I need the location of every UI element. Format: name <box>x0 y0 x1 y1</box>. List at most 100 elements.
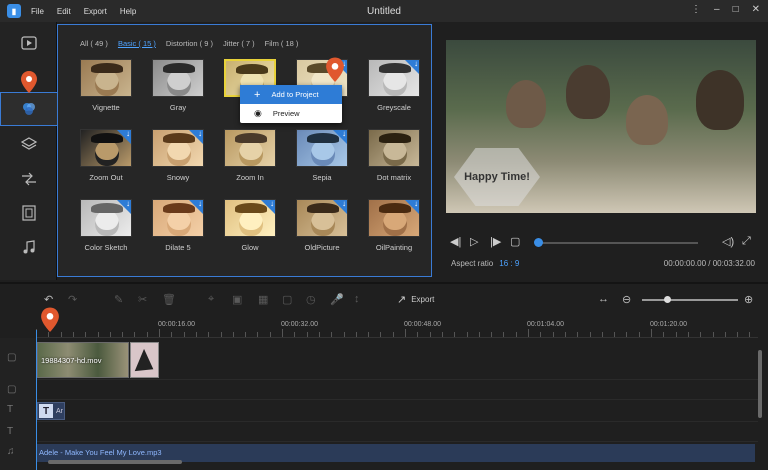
filter-thumbnail: ↓ <box>80 129 132 167</box>
crop-icon[interactable]: ⌖ <box>208 293 214 306</box>
download-icon[interactable]: ↓ <box>405 60 419 74</box>
prev-frame-icon[interactable]: ◀| <box>450 235 461 248</box>
location-pin-icon <box>21 71 37 93</box>
ruler-tick <box>208 332 210 337</box>
playback-track[interactable] <box>538 242 698 244</box>
ruler-tick <box>146 332 148 337</box>
filter-card[interactable]: Zoom In <box>222 129 278 182</box>
ruler-tick <box>454 332 456 337</box>
filter-card[interactable]: ↓ Sepia <box>294 129 350 182</box>
horizontal-scrollbar[interactable] <box>48 460 182 464</box>
vertical-scrollbar[interactable] <box>758 350 762 418</box>
playback-handle[interactable] <box>534 238 543 247</box>
image-clip[interactable] <box>130 342 159 378</box>
undo-icon[interactable]: ↶ <box>44 293 53 306</box>
freeze-icon[interactable]: ▢ <box>282 293 292 306</box>
filter-card[interactable]: ↓ Greyscale <box>366 59 422 112</box>
filter-thumbnail <box>80 59 132 97</box>
stop-icon[interactable]: ▢ <box>510 235 520 248</box>
menu-help[interactable]: Help <box>120 7 136 16</box>
zoom-slider-handle[interactable] <box>664 296 671 303</box>
ruler-label: 00:00:48.00 <box>404 321 441 328</box>
minimize-icon[interactable]: – <box>714 4 720 15</box>
filter-card[interactable]: Dot matrix <box>366 129 422 182</box>
download-icon[interactable]: ↓ <box>261 200 275 214</box>
ruler-tick <box>478 332 480 337</box>
fit-timeline-icon[interactable]: ↔ <box>598 293 609 305</box>
filter-card[interactable]: ↓ Snowy <box>150 129 206 182</box>
track-headers: ▢ ▢ T T ♫ <box>0 338 36 470</box>
sidebar-item-music[interactable] <box>0 230 57 264</box>
playhead[interactable] <box>36 330 37 470</box>
video-clip[interactable]: 19884307-hd.mov <box>37 342 129 378</box>
timecode-display: 00:00:00.00 / 00:03:32.00 <box>663 259 755 268</box>
download-icon[interactable]: ↓ <box>117 200 131 214</box>
filter-card[interactable]: ↓ Zoom Out <box>78 129 134 182</box>
aspect-ratio-value[interactable]: 16 : 9 <box>499 259 519 268</box>
next-frame-icon[interactable]: |▶ <box>490 235 501 248</box>
download-icon[interactable]: ↓ <box>333 200 347 214</box>
sidebar-item-elements[interactable] <box>0 196 57 230</box>
ruler-tick <box>282 329 283 337</box>
filter-thumbnail: ↓ <box>152 199 204 237</box>
duration-icon[interactable]: ◷ <box>306 293 316 306</box>
zoom-in-icon[interactable]: ⊕ <box>744 293 753 306</box>
filter-card[interactable]: ↓ Glow <box>222 199 278 252</box>
more-options-icon[interactable]: ⋮ <box>691 4 701 15</box>
timeline-ruler[interactable]: 00:00:16.00 00:00:32.00 00:00:48.00 00:0… <box>36 318 758 338</box>
download-icon[interactable]: ↓ <box>405 200 419 214</box>
export-button[interactable]: ↗ Export <box>397 293 434 306</box>
transition-icon <box>21 172 36 186</box>
zoom-out-icon[interactable]: ⊖ <box>622 293 631 306</box>
fullscreen-icon[interactable]: ⤢ <box>742 235 751 248</box>
filters-icon <box>23 103 35 115</box>
sidebar-item-media[interactable] <box>0 26 57 60</box>
filter-card[interactable]: Vignette <box>78 59 134 112</box>
context-menu: + Add to Project ◉ Preview <box>240 85 342 123</box>
record-voice-icon[interactable]: 🎤 <box>330 293 344 306</box>
mosaic-icon[interactable]: ▦ <box>258 293 268 306</box>
play-icon[interactable]: ▷ <box>470 235 478 248</box>
ruler-tick <box>577 332 579 337</box>
video-track-icon: ▢ <box>7 352 17 363</box>
cut-icon[interactable]: ✂ <box>138 293 147 306</box>
delete-icon[interactable]: 🗑 <box>162 293 176 306</box>
ruler-tick <box>540 332 542 337</box>
maximize-icon[interactable]: □ <box>733 4 739 15</box>
download-icon[interactable]: ↓ <box>117 130 131 144</box>
menu-file[interactable]: File <box>31 7 44 16</box>
sidebar-item-overlays[interactable] <box>0 128 57 162</box>
download-icon[interactable]: ↓ <box>189 130 203 144</box>
ruler-tick <box>626 332 628 337</box>
ruler-tick <box>651 329 652 337</box>
filter-label: Dot matrix <box>376 173 412 182</box>
ruler-tick <box>245 332 247 337</box>
tab-film[interactable]: Film ( 18 ) <box>265 39 299 48</box>
filter-card[interactable]: ↓ Color Sketch <box>78 199 134 252</box>
tab-jitter[interactable]: Jitter ( 7 ) <box>223 39 255 48</box>
zoom-area-icon[interactable]: ▣ <box>232 293 242 306</box>
preview-item[interactable]: ◉ Preview <box>240 104 342 123</box>
filter-label: Greyscale <box>377 103 411 112</box>
download-icon[interactable]: ↓ <box>189 200 203 214</box>
download-icon[interactable]: ↓ <box>333 130 347 144</box>
filter-card[interactable]: ↓ OldPicture <box>294 199 350 252</box>
ruler-tick <box>405 329 406 337</box>
tab-distortion[interactable]: Distortion ( 9 ) <box>166 39 213 48</box>
redo-icon[interactable]: ↷ <box>68 293 77 306</box>
menu-edit[interactable]: Edit <box>57 7 71 16</box>
tab-basic[interactable]: Basic ( 15 ) <box>118 39 156 48</box>
close-icon[interactable]: ✕ <box>752 4 760 15</box>
text-clip[interactable]: T Ar <box>37 402 65 420</box>
zoom-slider[interactable] <box>642 299 738 301</box>
filter-card[interactable]: ↓ OilPainting <box>366 199 422 252</box>
edit-icon[interactable]: ✎ <box>114 293 123 306</box>
menu-export[interactable]: Export <box>84 7 107 16</box>
volume-icon[interactable]: ◁) <box>722 235 734 248</box>
filter-card[interactable]: ↓ Dilate 5 <box>150 199 206 252</box>
filter-card[interactable]: Gray <box>150 59 206 112</box>
speech-to-text-icon[interactable]: ↕ <box>354 293 360 305</box>
ruler-tick <box>232 332 234 337</box>
sidebar-item-transitions[interactable] <box>0 162 57 196</box>
tab-all[interactable]: All ( 49 ) <box>80 39 108 48</box>
